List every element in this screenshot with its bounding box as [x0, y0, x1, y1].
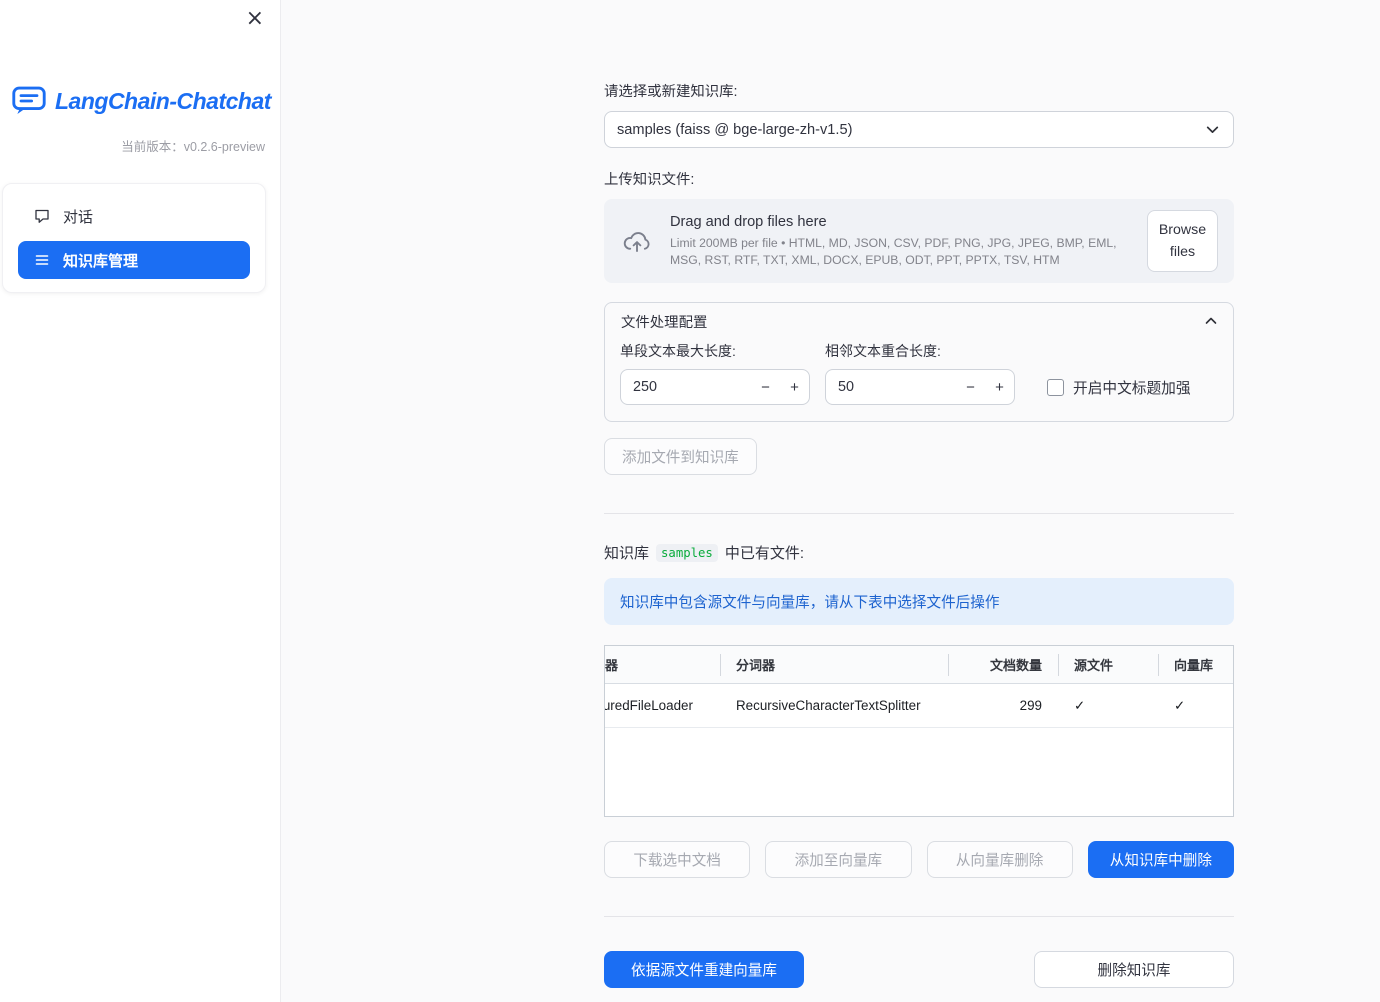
sidebar: × LangChain-Chatchat 当前版本：v0.2.6-preview [0, 0, 280, 1002]
chevron-up-icon [1203, 313, 1219, 329]
delete-from-vector-store-button[interactable]: 从向量库删除 [926, 841, 1073, 878]
chunk-overlap-label: 相邻文本重合长度: [825, 343, 941, 359]
divider [604, 916, 1234, 917]
sidebar-close-icon[interactable]: × [242, 4, 268, 34]
chunk-overlap-group: 相邻文本重合长度: 50 − + [825, 341, 1015, 405]
chunk-size-group: 单段文本最大长度: 250 − + [620, 341, 810, 405]
expander-title: 文件处理配置 [621, 314, 708, 331]
cell-doc-count: 299 [1019, 698, 1042, 713]
checkbox-label: 开启中文标题加强 [1073, 380, 1191, 397]
app-root: × LangChain-Chatchat 当前版本：v0.2.6-preview [0, 0, 1380, 1002]
number-value: 250 [633, 379, 658, 395]
cell-splitter: RecursiveCharacterTextSplitter [736, 698, 921, 713]
kb-select-label: 请选择或新建知识库: [604, 84, 738, 100]
column-header-doc-count[interactable]: 文档数量 [948, 646, 1058, 683]
cell-source-file-check: ✓ [1074, 697, 1086, 713]
column-header-loader[interactable]: 文档加载器 [605, 646, 720, 683]
logo: LangChain-Chatchat [0, 0, 280, 116]
kb-files-heading: 知识库 samples 中已有文件: [604, 542, 1234, 563]
decrement-button[interactable]: − [751, 370, 780, 404]
column-header-splitter[interactable]: 分词器 [720, 646, 948, 683]
list-icon [34, 252, 50, 268]
chat-bubble-icon [34, 208, 50, 224]
add-files-to-kb-button[interactable]: 添加文件到知识库 [604, 438, 757, 475]
column-header-vector-store[interactable]: 向量库 [1158, 646, 1233, 683]
kb-name-code: samples [656, 543, 718, 562]
logo-text: LangChain-Chatchat [55, 87, 271, 114]
kb-files-suffix: 中已有文件: [724, 545, 805, 562]
menu-item-label: 知识库管理 [63, 252, 139, 270]
table-row[interactable]: UnstructuredFileLoader RecursiveCharacte… [604, 684, 1233, 728]
dropzone-limit: Limit 200MB per file • HTML, MD, JSON, C… [670, 236, 1117, 267]
chunk-size-label: 单段文本最大长度: [620, 343, 736, 359]
info-banner: 知识库中包含源文件与向量库，请从下表中选择文件后操作 [604, 578, 1234, 625]
file-config-expander: 文件处理配置 单段文本最大长度: 250 − + 相邻文本重合长度: 50 − … [604, 302, 1234, 422]
download-selected-button[interactable]: 下载选中文档 [604, 841, 751, 878]
file-dropzone[interactable]: Drag and drop files here Limit 200MB per… [604, 199, 1234, 283]
cell-loader: UnstructuredFileLoader [604, 698, 693, 713]
dropzone-title: Drag and drop files here [670, 214, 827, 231]
main-content: 请选择或新建知识库: samples (faiss @ bge-large-zh… [280, 0, 1380, 1002]
delete-kb-button[interactable]: 删除知识库 [1034, 951, 1234, 988]
browse-files-button[interactable]: Browse files [1147, 210, 1218, 272]
expander-header[interactable]: 文件处理配置 [605, 303, 1233, 339]
zh-title-enhance-checkbox[interactable]: 开启中文标题加强 [1047, 369, 1191, 405]
cell-vector-store-check: ✓ [1174, 697, 1186, 713]
number-value: 50 [838, 379, 855, 395]
file-action-buttons: 下载选中文档 添加至向量库 从向量库删除 从知识库中删除 [604, 841, 1234, 878]
dropzone-text: Drag and drop files here Limit 200MB per… [670, 214, 1131, 268]
version-label: 当前版本：v0.2.6-preview [121, 140, 265, 154]
content-column: 请选择或新建知识库: samples (faiss @ bge-large-zh… [604, 0, 1234, 1002]
upload-cloud-icon [620, 226, 654, 256]
column-header-source-file[interactable]: 源文件 [1058, 646, 1158, 683]
checkbox-box[interactable] [1047, 378, 1064, 396]
add-to-vector-store-button[interactable]: 添加至向量库 [765, 841, 912, 878]
decrement-button[interactable]: − [956, 370, 985, 404]
increment-button[interactable]: + [780, 370, 809, 404]
kb-select[interactable]: samples (faiss @ bge-large-zh-v1.5) [604, 111, 1234, 148]
kb-select-value: samples (faiss @ bge-large-zh-v1.5) [617, 121, 853, 138]
delete-from-kb-button[interactable]: 从知识库中删除 [1087, 841, 1234, 878]
table-scroll-inner: 文档加载器 分词器 文档数量 源文件 向量库 UnstructuredFileL… [604, 646, 1233, 728]
sidebar-item-chat[interactable]: 对话 [18, 197, 250, 235]
chevron-down-icon [1204, 121, 1221, 138]
kb-action-buttons: 依据源文件重建向量库 删除知识库 [604, 951, 1234, 988]
increment-button[interactable]: + [985, 370, 1014, 404]
chunk-size-input[interactable]: 250 − + [620, 369, 810, 405]
kb-files-prefix: 知识库 [604, 545, 650, 562]
table-header-row: 文档加载器 分词器 文档数量 源文件 向量库 [605, 646, 1233, 684]
sidebar-menu: 对话 知识库管理 [2, 183, 266, 293]
sidebar-item-knowledge-base[interactable]: 知识库管理 [18, 241, 250, 279]
upload-label: 上传知识文件: [604, 172, 695, 188]
menu-item-label: 对话 [63, 208, 94, 226]
divider [604, 513, 1234, 514]
chat-logo-icon [12, 86, 46, 116]
rebuild-vector-store-button[interactable]: 依据源文件重建向量库 [604, 951, 804, 988]
files-table: 文档加载器 分词器 文档数量 源文件 向量库 UnstructuredFileL… [604, 645, 1234, 817]
expander-body: 单段文本最大长度: 250 − + 相邻文本重合长度: 50 − + 开启中文标… [605, 339, 1233, 421]
chunk-overlap-input[interactable]: 50 − + [825, 369, 1015, 405]
